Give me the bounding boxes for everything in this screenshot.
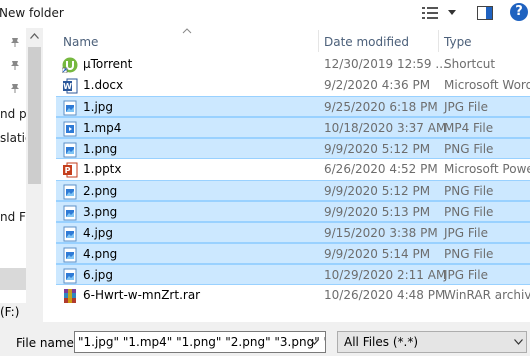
chevron-down-icon[interactable] [514,339,523,345]
file-name: μTorrent [83,57,133,71]
file-row[interactable]: P 1.pptx 6/26/2020 4:52 PM Microsoft Powe [56,159,530,180]
file-type: JPG File [444,100,488,114]
image-icon [62,247,78,263]
file-type: JPG File [444,226,488,240]
file-date-modified: 9/15/2020 3:38 PM [324,226,438,240]
toolbar: New folder ? [0,0,530,28]
file-list: Name Date modified Type μTorrent 12/30/20… [43,28,530,322]
file-type: Microsoft Powe [444,162,530,176]
file-name: 6-Hwrt-w-mnZrt.rar [83,288,201,302]
view-options-icon[interactable] [421,6,439,20]
file-row[interactable]: μTorrent 12/30/2019 12:59 ... Shortcut [56,54,530,75]
file-row[interactable]: 2.png 9/9/2020 5:12 PM PNG File [56,180,530,201]
preview-pane-icon[interactable] [477,6,493,20]
file-name: 1.mp4 [83,121,122,135]
file-row[interactable]: 6.jpg 10/29/2020 2:11 AM JPG File [56,264,530,285]
file-name: 6.jpg [83,268,114,282]
nav-scrollbar-thumb[interactable] [28,47,41,184]
file-date-modified: 6/26/2020 4:52 PM [324,162,438,176]
image-icon [62,226,78,242]
image-icon [62,268,78,284]
file-name: 1.pptx [83,162,122,176]
file-type: JPG File [444,268,488,282]
file-row[interactable]: 4.png 9/9/2020 5:14 PM PNG File [56,243,530,264]
file-type: MP4 File [444,121,494,135]
file-date-modified: 10/26/2020 4:48 PM [324,288,446,302]
file-row[interactable]: 1.mp4 10/18/2020 3:37 AM MP4 File [56,117,530,138]
file-row[interactable]: 1.jpg 9/25/2020 6:18 PM JPG File [56,96,530,117]
image-icon [62,205,78,221]
video-icon [62,121,78,137]
file-type: WinRAR archive [444,288,530,302]
file-date-modified: 9/2/2020 4:36 PM [324,78,431,92]
file-date-modified: 10/18/2020 3:37 AM [324,121,447,135]
file-name-label: File name: [16,336,78,350]
file-type: Shortcut [444,57,496,71]
file-date-modified: 9/9/2020 5:12 PM [324,142,431,156]
svg-text:P: P [65,166,71,175]
column-divider[interactable] [438,30,439,52]
file-name: 3.png [83,205,118,219]
word-icon: W [62,78,78,94]
column-header-row: Name Date modified Type [43,28,530,54]
file-date-modified: 12/30/2019 12:59 ... [324,57,447,71]
column-divider[interactable] [318,30,319,52]
image-icon [62,184,78,200]
file-row[interactable]: 6-Hwrt-w-mnZrt.rar 10/26/2020 4:48 PM WinR… [56,285,530,306]
sort-ascending-icon [182,28,192,34]
file-type: PNG File [444,184,494,198]
image-icon [62,142,78,158]
utorrent-icon [61,57,78,74]
chevron-down-icon[interactable] [447,9,457,17]
pin-icon[interactable] [9,82,21,94]
new-folder-button[interactable]: New folder [0,6,64,20]
file-date-modified: 9/9/2020 5:13 PM [324,205,431,219]
powerpoint-icon: P [62,162,78,178]
pin-icon[interactable] [9,59,21,71]
file-type: PNG File [444,142,494,156]
file-row[interactable]: 1.png 9/9/2020 5:12 PM PNG File [56,138,530,159]
file-name: 1.jpg [83,100,114,114]
file-row[interactable]: W 1.docx 9/2/2020 4:36 PM Microsoft Word [56,75,530,96]
chevron-down-icon[interactable] [310,339,319,345]
column-header-name[interactable]: Name [63,35,98,49]
file-name: 4.jpg [83,226,114,240]
file-date-modified: 10/29/2020 2:11 AM [324,268,447,282]
file-date-modified: 9/9/2020 5:12 PM [324,184,431,198]
nav-drive-fragment[interactable]: (F:) [0,305,19,319]
svg-text:W: W [63,82,72,91]
scroll-up-icon[interactable] [30,33,39,39]
pin-icon[interactable] [9,36,21,48]
file-date-modified: 9/25/2020 6:18 PM [324,100,438,114]
file-type-select[interactable]: All Files (*.*) [337,331,527,353]
file-name: 1.png [83,142,118,156]
file-type: PNG File [444,247,494,261]
file-name: 1.docx [83,78,124,92]
file-name-input[interactable]: "1.jpg" "1.mp4" "1.png" "2.png" "3.png" … [74,331,326,353]
file-name: 2.png [83,184,118,198]
column-header-type[interactable]: Type [444,35,472,49]
help-icon[interactable]: ? [510,3,528,21]
file-name: 4.png [83,247,118,261]
nav-selected-item[interactable] [0,268,26,290]
image-icon [62,100,78,116]
column-header-date[interactable]: Date modified [324,35,409,49]
file-row[interactable]: 4.jpg 9/15/2020 3:38 PM JPG File [56,222,530,243]
file-row[interactable]: 3.png 9/9/2020 5:13 PM PNG File [56,201,530,222]
file-type: PNG File [444,205,494,219]
file-type: Microsoft Word [444,78,530,92]
file-date-modified: 9/9/2020 5:14 PM [324,247,431,261]
winrar-icon [62,288,78,304]
